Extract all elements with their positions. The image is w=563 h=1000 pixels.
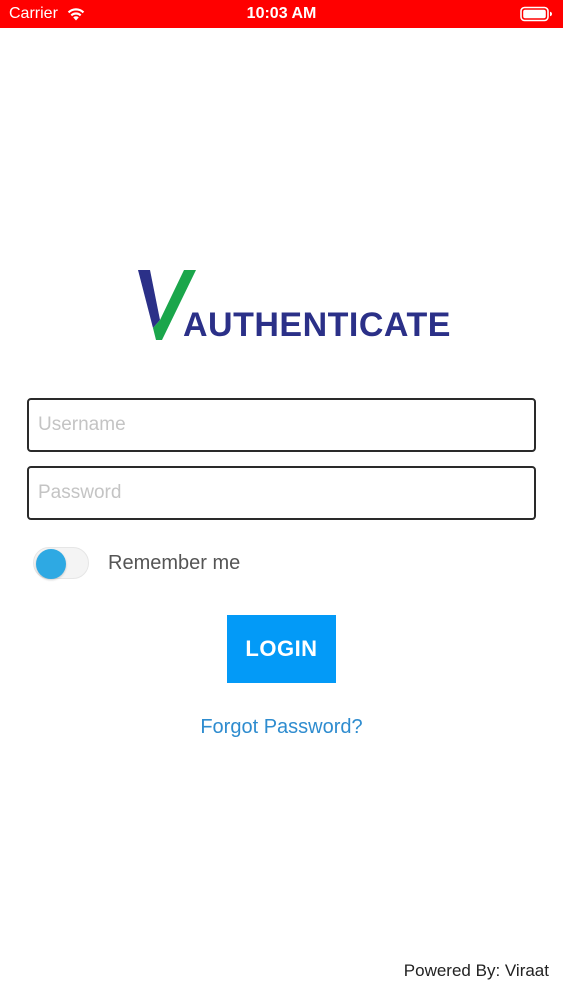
forgot-password-link[interactable]: Forgot Password? [0, 716, 563, 739]
username-field[interactable] [27, 398, 536, 452]
login-button[interactable]: LOGIN [227, 615, 336, 683]
login-screen: Carrier 10:03 AM AUTHENTICATE Username R… [0, 0, 563, 1000]
password-field[interactable] [27, 466, 536, 520]
password-input[interactable] [29, 468, 534, 518]
powered-by-footer: Powered By: Viraat [403, 961, 549, 980]
status-bar: Carrier 10:03 AM [0, 0, 563, 28]
logo-text: AUTHENTICATE [183, 306, 451, 344]
remember-me-label: Remember me [108, 551, 241, 574]
app-logo: AUTHENTICATE [138, 268, 450, 348]
toggle-knob [36, 549, 66, 579]
remember-me-row: Remember me [33, 545, 240, 581]
status-right [520, 0, 553, 28]
status-time: 10:03 AM [246, 5, 317, 22]
username-input[interactable] [29, 400, 534, 450]
remember-me-toggle[interactable] [33, 547, 89, 579]
battery-icon [520, 6, 553, 22]
